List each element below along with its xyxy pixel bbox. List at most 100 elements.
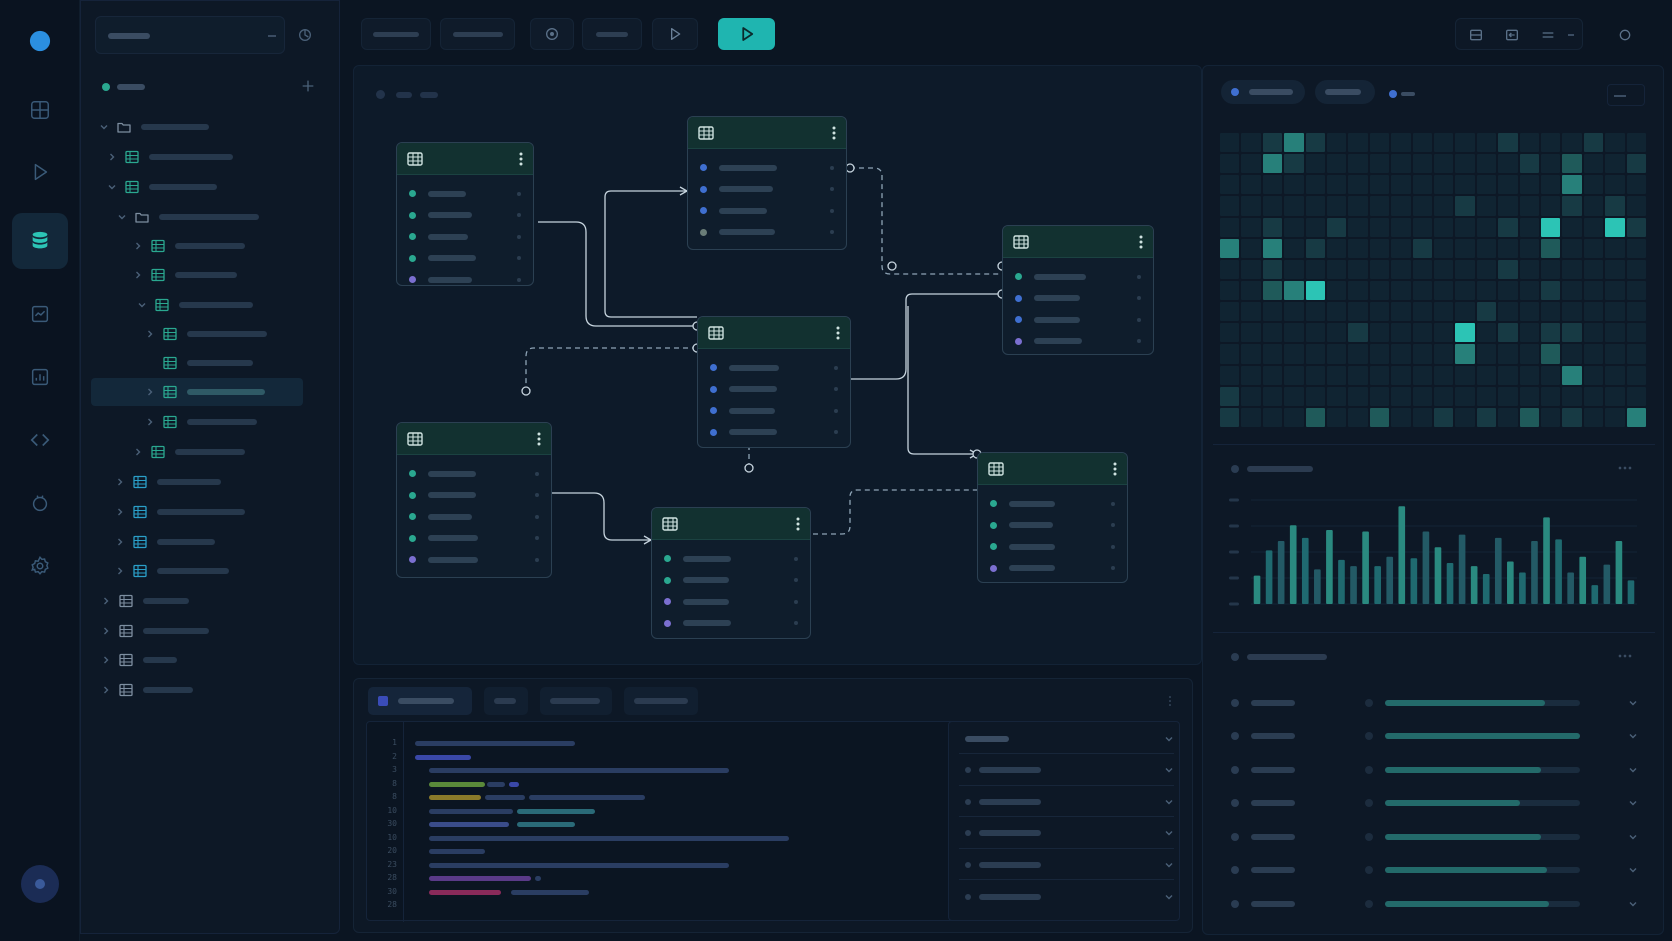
- bar[interactable]: [1265, 550, 1273, 604]
- metric-row[interactable]: [1223, 686, 1648, 719]
- table-node[interactable]: [697, 316, 851, 448]
- table-column-row[interactable]: [688, 179, 846, 201]
- relationship-line[interactable]: [786, 489, 977, 535]
- table-column-row[interactable]: [397, 463, 551, 485]
- more-vertical-icon[interactable]: [832, 126, 836, 140]
- table-column-row[interactable]: [397, 506, 551, 528]
- add-button[interactable]: [300, 78, 318, 96]
- toolbar-button-1[interactable]: [361, 18, 431, 50]
- table-column-row[interactable]: [397, 269, 533, 285]
- table-column-row[interactable]: [978, 515, 1127, 537]
- activity-settings[interactable]: [12, 538, 68, 594]
- tree-item[interactable]: [81, 587, 331, 615]
- tree-item[interactable]: [81, 261, 331, 289]
- bar[interactable]: [1326, 529, 1333, 604]
- relationship-line[interactable]: [907, 306, 977, 455]
- table-column-row[interactable]: [397, 205, 533, 227]
- tree-item[interactable]: [91, 378, 303, 406]
- activity-run[interactable]: [12, 144, 68, 200]
- more-vertical-icon[interactable]: [519, 152, 523, 166]
- table-column-row[interactable]: [698, 379, 850, 401]
- tree-item[interactable]: [81, 320, 331, 348]
- tree-item[interactable]: [81, 113, 331, 141]
- bar[interactable]: [1567, 572, 1574, 604]
- bar[interactable]: [1627, 580, 1635, 604]
- table-column-row[interactable]: [397, 226, 533, 248]
- play-button[interactable]: [652, 18, 698, 50]
- table-column-row[interactable]: [688, 200, 846, 222]
- property-row[interactable]: [959, 850, 1174, 880]
- activity-plugins[interactable]: [12, 475, 68, 531]
- activity-analytics[interactable]: [12, 349, 68, 405]
- bar[interactable]: [1603, 564, 1611, 604]
- bar[interactable]: [1470, 566, 1478, 604]
- table-column-row[interactable]: [652, 548, 810, 570]
- run-query-button[interactable]: [718, 18, 775, 50]
- bar[interactable]: [1301, 537, 1309, 604]
- table-column-row[interactable]: [652, 613, 810, 635]
- user-avatar[interactable]: [21, 865, 59, 903]
- table-column-row[interactable]: [1003, 266, 1153, 288]
- history-button[interactable]: [530, 18, 574, 50]
- table-node-header[interactable]: [978, 453, 1127, 485]
- bar[interactable]: [1350, 566, 1357, 604]
- table-column-row[interactable]: [978, 493, 1127, 515]
- table-node-header[interactable]: [698, 317, 850, 349]
- code-area[interactable]: 1 2 3 8 8 10 30 10 20 23 28 30 28: [366, 721, 956, 922]
- metric-row[interactable]: [1223, 720, 1648, 753]
- er-diagram-canvas[interactable]: [353, 65, 1202, 665]
- table-column-row[interactable]: [397, 549, 551, 571]
- relationship-line[interactable]: [850, 167, 1002, 275]
- editor-tab-active[interactable]: [368, 687, 472, 715]
- list-more-button[interactable]: [1615, 648, 1635, 664]
- bar[interactable]: [1591, 585, 1599, 604]
- bar[interactable]: [1446, 563, 1454, 604]
- tree-item[interactable]: [81, 617, 331, 645]
- toolbar-button-2[interactable]: [440, 18, 515, 50]
- brand-logo[interactable]: [12, 13, 68, 69]
- editor-tab[interactable]: [540, 687, 612, 715]
- table-column-row[interactable]: [397, 528, 551, 550]
- table-column-row[interactable]: [397, 183, 533, 205]
- bar[interactable]: [1507, 561, 1514, 604]
- table-column-row[interactable]: [978, 536, 1127, 558]
- bar[interactable]: [1410, 558, 1418, 604]
- bar[interactable]: [1398, 506, 1406, 604]
- bar[interactable]: [1253, 575, 1261, 604]
- table-column-row[interactable]: [1003, 309, 1153, 331]
- tree-item[interactable]: [81, 557, 331, 585]
- bar[interactable]: [1277, 540, 1285, 604]
- metric-row[interactable]: [1223, 820, 1648, 853]
- relationship-line[interactable]: [538, 221, 697, 327]
- more-vertical-icon[interactable]: [836, 326, 840, 340]
- activity-database[interactable]: [12, 213, 68, 269]
- toolbar-button-3[interactable]: [582, 18, 642, 50]
- metric-row[interactable]: [1223, 887, 1648, 920]
- property-row[interactable]: [959, 787, 1174, 817]
- relationship-line[interactable]: [545, 492, 651, 541]
- tree-item[interactable]: [81, 291, 331, 319]
- table-column-row[interactable]: [1003, 331, 1153, 353]
- relationship-line[interactable]: [604, 190, 697, 318]
- tree-item[interactable]: [81, 173, 331, 201]
- table-column-row[interactable]: [698, 357, 850, 379]
- tree-item[interactable]: [81, 468, 331, 496]
- tree-item[interactable]: [81, 232, 331, 260]
- table-node[interactable]: [651, 507, 811, 639]
- table-column-row[interactable]: [397, 248, 533, 270]
- table-node-header[interactable]: [688, 117, 846, 149]
- bar[interactable]: [1579, 556, 1587, 604]
- activity-monitor[interactable]: [12, 286, 68, 342]
- table-column-row[interactable]: [688, 157, 846, 179]
- activity-dashboard[interactable]: [12, 82, 68, 138]
- more-vertical-icon[interactable]: [1139, 235, 1143, 249]
- table-node-header[interactable]: [397, 423, 551, 455]
- bar[interactable]: [1555, 539, 1562, 604]
- menu-button[interactable]: [1536, 23, 1560, 47]
- filter-chip-2[interactable]: [1315, 80, 1375, 104]
- property-row[interactable]: [959, 819, 1174, 849]
- layout-panel-button[interactable]: [1500, 23, 1524, 47]
- bar[interactable]: [1362, 531, 1369, 604]
- bar[interactable]: [1482, 574, 1490, 604]
- table-node[interactable]: [977, 452, 1128, 583]
